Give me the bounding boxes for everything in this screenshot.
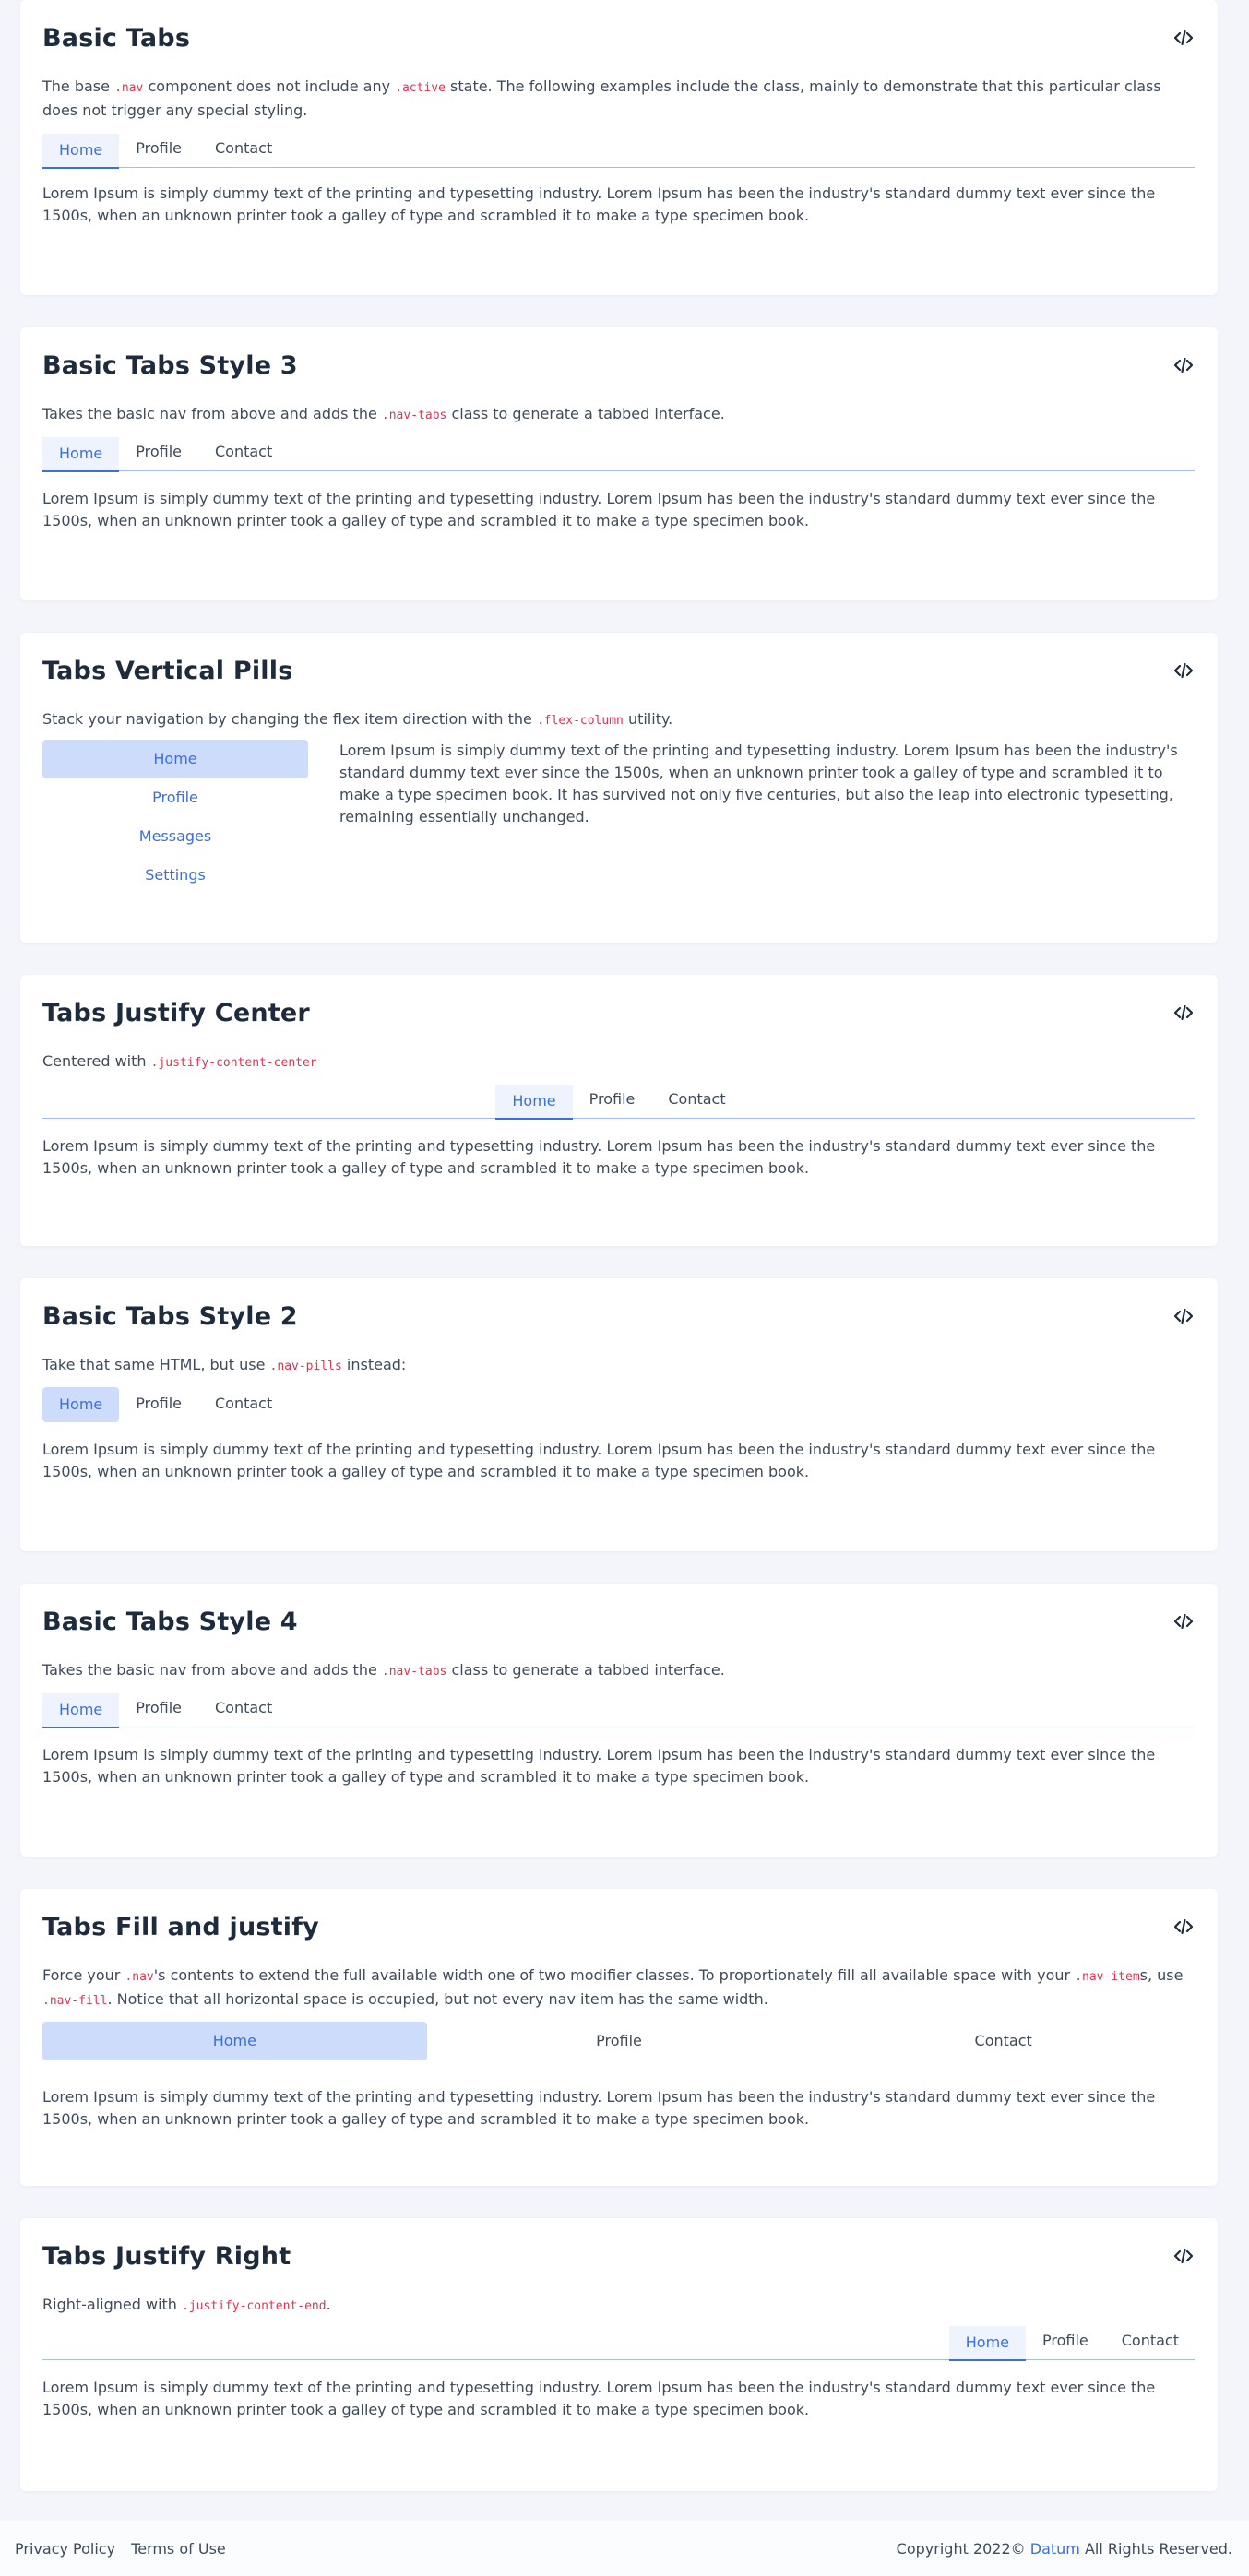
pill-settings[interactable]: Settings bbox=[42, 856, 308, 895]
card-description: Force your .nav's contents to extend the… bbox=[42, 1966, 1184, 2008]
tab-content: Lorem Ipsum is simply dummy text of the … bbox=[42, 1746, 1156, 1786]
tab-nav: Home Profile Contact bbox=[42, 132, 1195, 169]
pill-home[interactable]: Home bbox=[42, 740, 308, 778]
tab-content: Lorem Ipsum is simply dummy text of the … bbox=[42, 1137, 1156, 1177]
privacy-policy-link[interactable]: Privacy Policy bbox=[15, 2540, 115, 2558]
footer: Privacy Policy Terms of Use Copyright 20… bbox=[0, 2521, 1249, 2576]
tab-home[interactable]: Home bbox=[42, 1387, 120, 1422]
pill-nav: Home Profile Contact bbox=[42, 1387, 1195, 1422]
card-description: Stack your navigation by changing the fl… bbox=[42, 710, 673, 728]
card-basic-tabs-style-4: Basic Tabs Style 4 Takes the basic nav f… bbox=[20, 1584, 1218, 1857]
tab-nav: Home Profile Contact bbox=[42, 1692, 1195, 1728]
tab-contact[interactable]: Contact bbox=[198, 1692, 289, 1727]
tab-nav: Home Profile Contact bbox=[42, 1083, 1195, 1120]
code-icon[interactable] bbox=[1172, 1304, 1195, 1328]
code-icon[interactable] bbox=[1172, 1915, 1195, 1939]
tab-profile[interactable]: Profile bbox=[119, 1387, 198, 1422]
card-tabs-vertical-pills: Tabs Vertical Pills Stack your navigatio… bbox=[20, 633, 1218, 943]
code-icon[interactable] bbox=[1172, 353, 1195, 377]
card-basic-tabs-style-2: Basic Tabs Style 2 Take that same HTML, … bbox=[20, 1278, 1218, 1551]
code-icon[interactable] bbox=[1172, 2244, 1195, 2268]
code-icon[interactable] bbox=[1172, 1001, 1195, 1025]
terms-of-use-link[interactable]: Terms of Use bbox=[131, 2540, 226, 2558]
footer-links: Privacy Policy Terms of Use bbox=[15, 2540, 226, 2558]
card-tabs-justify-right: Tabs Justify Right Right-aligned with .j… bbox=[20, 2218, 1218, 2491]
card-title: Tabs Justify Center bbox=[42, 998, 310, 1027]
main-content: Basic Tabs The base .nav component does … bbox=[0, 0, 1249, 2491]
tab-home[interactable]: Home bbox=[42, 1692, 120, 1728]
card-description: Takes the basic nav from above and adds … bbox=[42, 405, 725, 422]
copyright: Copyright 2022© Datum All Rights Reserve… bbox=[896, 2539, 1232, 2558]
tab-content: Lorem Ipsum is simply dummy text of the … bbox=[42, 490, 1156, 529]
tab-content: Lorem Ipsum is simply dummy text of the … bbox=[42, 2379, 1156, 2418]
tab-profile[interactable]: Profile bbox=[1026, 2324, 1105, 2359]
card-title: Basic Tabs Style 3 bbox=[42, 350, 298, 380]
tab-home[interactable]: Home bbox=[42, 2022, 427, 2060]
card-title: Basic Tabs Style 4 bbox=[42, 1607, 298, 1636]
tab-profile[interactable]: Profile bbox=[119, 1692, 198, 1727]
card-title: Tabs Justify Right bbox=[42, 2241, 291, 2271]
card-tabs-fill-and-justify: Tabs Fill and justify Force your .nav's … bbox=[20, 1889, 1218, 2186]
tab-contact[interactable]: Contact bbox=[198, 1387, 289, 1422]
tab-profile[interactable]: Profile bbox=[119, 132, 198, 167]
card-description: Takes the basic nav from above and adds … bbox=[42, 1661, 725, 1679]
card-basic-tabs-style-3: Basic Tabs Style 3 Takes the basic nav f… bbox=[20, 327, 1218, 600]
tab-nav: Home Profile Contact bbox=[42, 2324, 1195, 2361]
tab-contact[interactable]: Contact bbox=[811, 2022, 1195, 2060]
tab-contact[interactable]: Contact bbox=[1105, 2324, 1195, 2359]
card-description: Right-aligned with .justify-content-end. bbox=[42, 2296, 331, 2313]
card-description: Take that same HTML, but use .nav-pills … bbox=[42, 1356, 407, 1373]
card-title: Tabs Fill and justify bbox=[42, 1912, 319, 1941]
pill-messages[interactable]: Messages bbox=[42, 817, 308, 856]
tab-profile[interactable]: Profile bbox=[119, 435, 198, 470]
pill-content: Lorem Ipsum is simply dummy text of the … bbox=[339, 742, 1178, 825]
card-title: Basic Tabs Style 2 bbox=[42, 1301, 298, 1331]
tab-content: Lorem Ipsum is simply dummy text of the … bbox=[42, 1441, 1156, 1480]
tab-home[interactable]: Home bbox=[42, 436, 120, 472]
tab-profile[interactable]: Profile bbox=[573, 1083, 652, 1118]
code-icon[interactable] bbox=[1172, 26, 1195, 50]
tab-contact[interactable]: Contact bbox=[198, 435, 289, 470]
tab-nav: Home Profile Contact bbox=[42, 435, 1195, 472]
code-icon[interactable] bbox=[1172, 1609, 1195, 1633]
tab-content: Lorem Ipsum is simply dummy text of the … bbox=[42, 2088, 1156, 2128]
vertical-pill-nav: Home Profile Messages Settings bbox=[42, 740, 308, 895]
card-tabs-justify-center: Tabs Justify Center Centered with .justi… bbox=[20, 975, 1218, 1246]
tab-contact[interactable]: Contact bbox=[198, 132, 289, 167]
brand-link[interactable]: Datum bbox=[1030, 2540, 1080, 2558]
tab-home[interactable]: Home bbox=[42, 133, 120, 169]
tab-profile[interactable]: Profile bbox=[427, 2022, 812, 2060]
card-description: Centered with .justify-content-center bbox=[42, 1052, 317, 1070]
card-title: Tabs Vertical Pills bbox=[42, 656, 293, 685]
card-title: Basic Tabs bbox=[42, 23, 191, 53]
fill-nav: Home Profile Contact bbox=[42, 2022, 1195, 2060]
tab-home[interactable]: Home bbox=[948, 2325, 1026, 2361]
tab-contact[interactable]: Contact bbox=[651, 1083, 742, 1118]
tab-content: Lorem Ipsum is simply dummy text of the … bbox=[42, 184, 1156, 224]
tab-home[interactable]: Home bbox=[495, 1084, 573, 1120]
card-description: The base .nav component does not include… bbox=[42, 77, 1161, 119]
code-icon[interactable] bbox=[1172, 659, 1195, 683]
pill-profile[interactable]: Profile bbox=[42, 778, 308, 817]
card-basic-tabs: Basic Tabs The base .nav component does … bbox=[20, 0, 1218, 295]
